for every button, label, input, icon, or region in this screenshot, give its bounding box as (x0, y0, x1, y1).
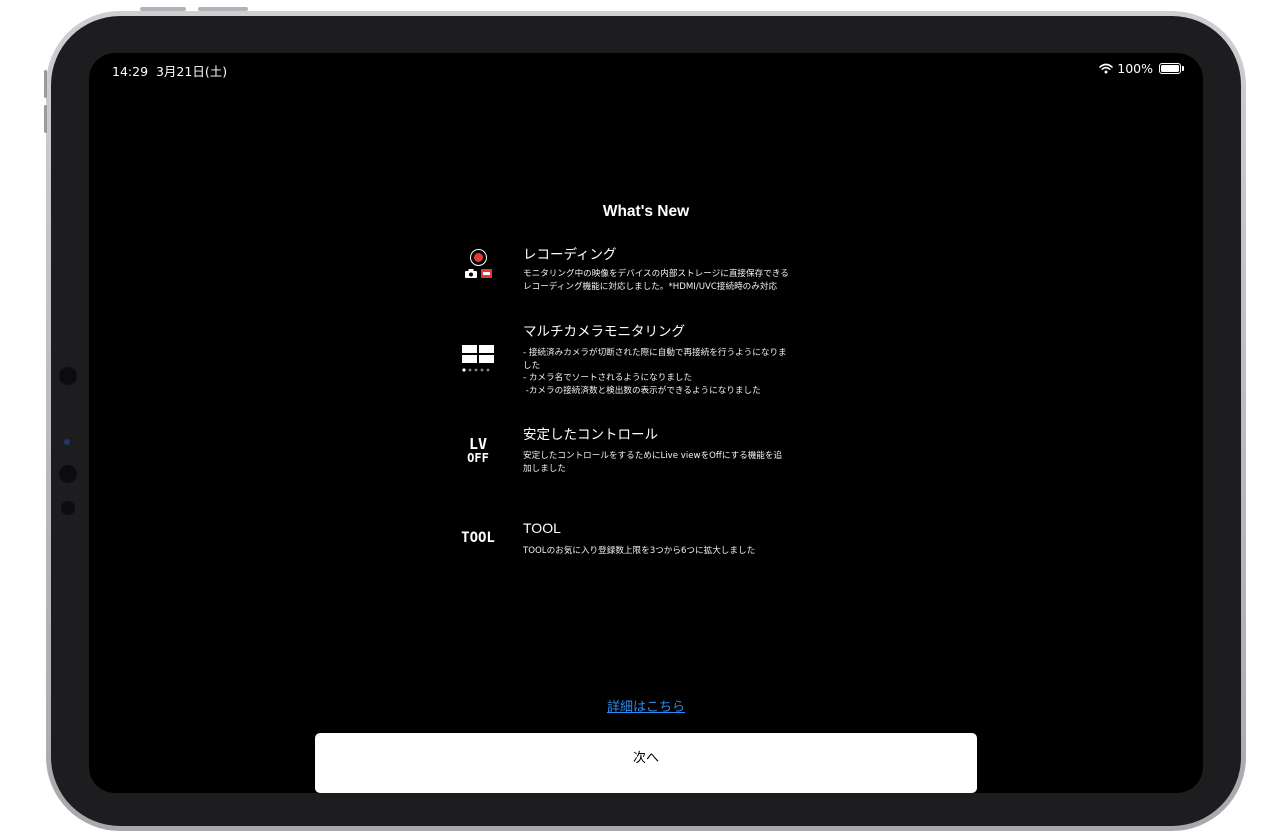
next-button-label: 次へ (632, 751, 659, 766)
feature-multi-camera: マルチカメラモニタリング - 接続済みカメラが切断された際に自動で再接続を行うよ… (455, 320, 855, 400)
feature-title: レコーディング (523, 247, 617, 263)
sensor-dot (59, 367, 77, 385)
feature-title: 安定したコントロール (523, 427, 658, 443)
camera-icon (464, 269, 477, 278)
multi-camera-grid-icon (455, 345, 501, 373)
details-link[interactable]: 詳細はこちら (89, 696, 1203, 715)
feature-tool: TOOL TOOL TOOLのお気に入り登録数上限を3つから6つに拡大しました (455, 519, 855, 569)
status-bar-clock: 14:29 3月21日(土) (112, 61, 227, 80)
feature-description: - 接続済みカメラが切断された際に自動で再接続を行うようになりま した - カメ… (523, 348, 787, 396)
battery-percent: 100% (1117, 61, 1153, 76)
sensor-dot (59, 465, 77, 483)
side-button (44, 70, 47, 98)
top-button-volume-down (198, 7, 248, 11)
page-title: What's New (602, 203, 690, 220)
record-icon (455, 249, 501, 278)
storage-icon (480, 269, 492, 278)
feature-description: 安定したコントロールをするためにLive viewをOffにする機能を追 加しま… (523, 451, 783, 474)
feature-stable-control: LV OFF 安定したコントロール 安定したコントロールをするためにLive v… (455, 423, 855, 483)
feature-title: TOOL (523, 520, 561, 536)
side-button (44, 105, 47, 133)
status-bar-right: 100% (1099, 61, 1184, 76)
front-camera (64, 439, 70, 445)
tool-icon: TOOL (461, 530, 495, 546)
app-screen: 14:29 3月21日(土) 100% What's New レコーディング モ… (89, 53, 1203, 793)
feature-description: TOOLのお気に入り登録数上限を3つから6つに拡大しました (523, 546, 756, 556)
feature-recording: レコーディング モニタリング中の映像をデバイスの内部ストレージに直接保存できる … (455, 243, 855, 303)
battery-icon (1159, 63, 1184, 74)
feature-description: モニタリング中の映像をデバイスの内部ストレージに直接保存できる レコーディング機… (523, 269, 789, 292)
wifi-icon (1099, 63, 1114, 74)
top-button-volume-up (140, 7, 186, 11)
feature-title: マルチカメラモニタリング (523, 324, 685, 340)
sensor-dot (61, 501, 75, 515)
next-button[interactable]: 次へ (315, 733, 977, 793)
live-view-off-icon: LV OFF (467, 435, 489, 466)
status-time: 14:29 (112, 64, 149, 79)
status-date: 3月21日(土) (155, 64, 228, 79)
